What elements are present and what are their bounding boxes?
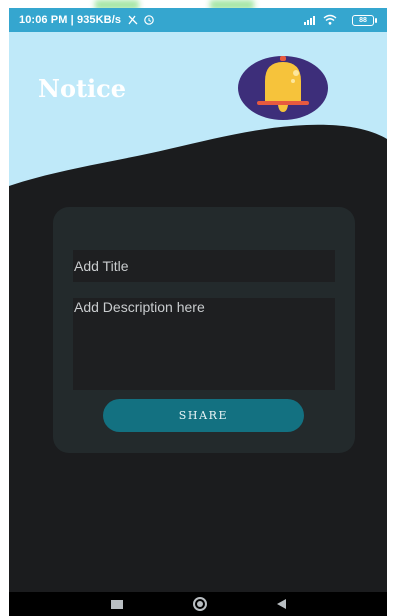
description-placeholder: Add Description here (74, 299, 205, 315)
battery-level: 88 (352, 14, 374, 26)
status-bar: 10:06 PM | 935KB/s 88 (9, 8, 387, 32)
battery-icon: 88 (352, 14, 377, 26)
wifi-icon (323, 14, 337, 19)
back-icon[interactable] (276, 599, 286, 609)
battery-tip (375, 17, 377, 23)
share-button[interactable]: SHARE (103, 399, 304, 432)
signal-icon (304, 22, 306, 25)
bell-icon (238, 56, 328, 120)
header-wave (9, 124, 387, 223)
status-right: 88 (302, 14, 377, 26)
network-icons (304, 14, 337, 25)
recents-icon[interactable] (110, 599, 123, 609)
top-strip (0, 0, 396, 10)
title-placeholder: Add Title (74, 258, 129, 274)
home-inner-dot (196, 601, 203, 607)
signal-off-icon (128, 15, 138, 25)
title-field[interactable]: Add Title (73, 250, 335, 282)
status-left: 10:06 PM | 935KB/s (19, 14, 157, 26)
description-field[interactable]: Add Description here (73, 298, 335, 390)
notification-icons (127, 14, 157, 26)
home-icon[interactable] (192, 597, 207, 611)
navigation-bar (9, 592, 387, 616)
notice-form-card: Add Title Add Description here SHARE (53, 207, 355, 453)
page-title: Notice (38, 74, 127, 103)
status-text: 10:06 PM | 935KB/s (19, 14, 122, 26)
phone-screen: 10:06 PM | 935KB/s 88 Notice Add Title A… (9, 8, 387, 616)
